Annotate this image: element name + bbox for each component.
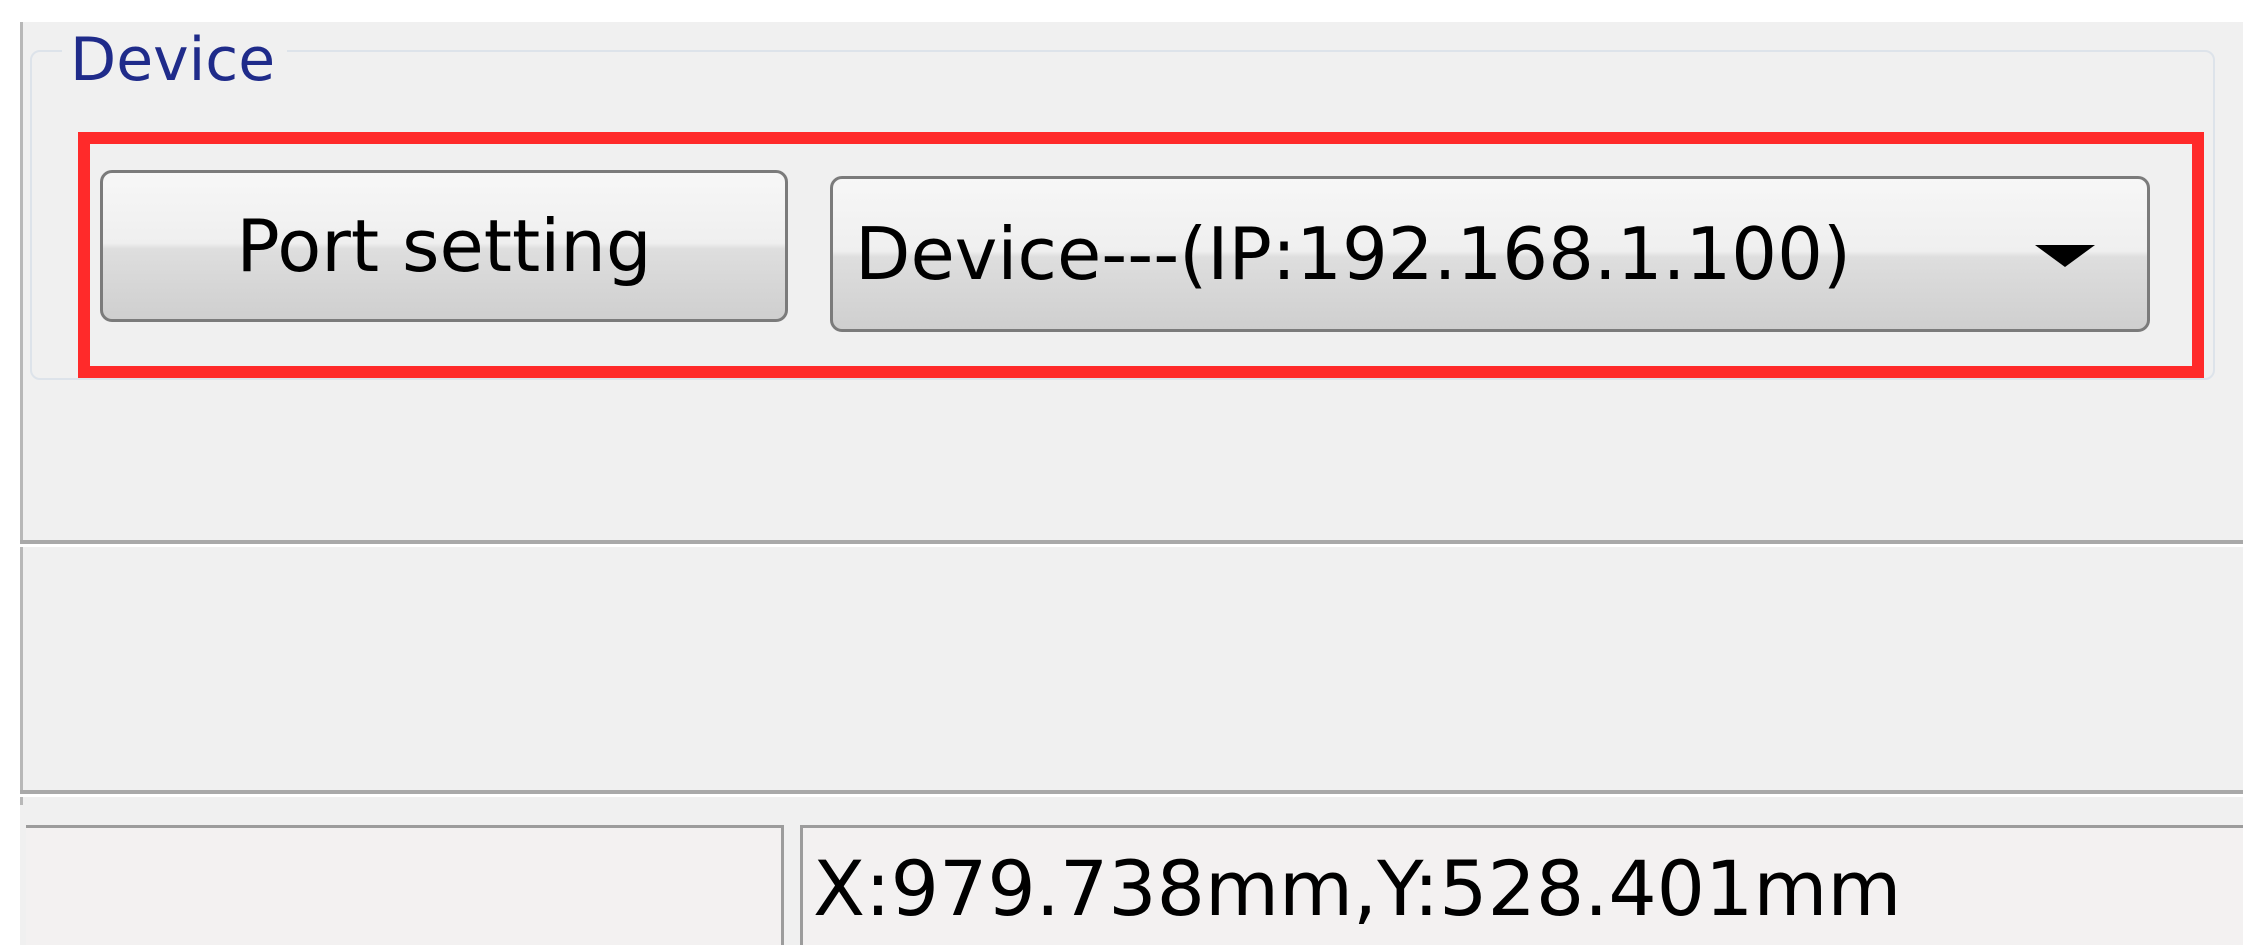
application-window: Device Port setting Device---(IP:192.168… bbox=[0, 0, 2243, 945]
port-setting-button[interactable]: Port setting bbox=[100, 170, 788, 322]
divider bbox=[20, 790, 2243, 794]
status-bar: X:979.738mm,Y:528.401mm bbox=[20, 805, 2243, 945]
status-cell-coordinates: X:979.738mm,Y:528.401mm bbox=[800, 825, 2243, 945]
device-group-title: Device bbox=[62, 30, 288, 90]
chevron-down-icon[interactable] bbox=[2035, 245, 2095, 267]
device-select-value: Device---(IP:192.168.1.100) bbox=[855, 212, 1852, 296]
cursor-coordinates: X:979.738mm,Y:528.401mm bbox=[813, 844, 1902, 933]
device-select-dropdown[interactable]: Device---(IP:192.168.1.100) bbox=[830, 176, 2150, 332]
divider bbox=[20, 540, 2243, 544]
status-cell-empty bbox=[26, 825, 784, 945]
